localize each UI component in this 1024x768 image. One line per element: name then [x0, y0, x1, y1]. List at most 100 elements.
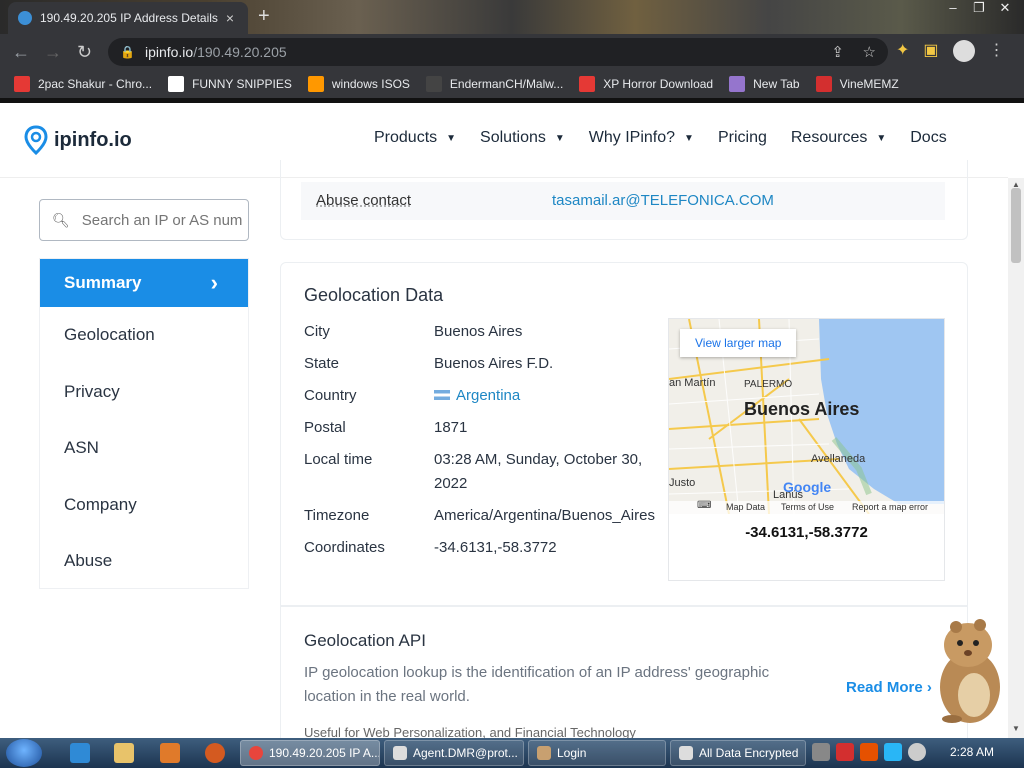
bookmark-star-icon[interactable]: ☆ — [863, 43, 876, 61]
geo-key: State — [304, 355, 340, 372]
tray-volume-icon[interactable] — [908, 743, 926, 761]
address-bar[interactable]: 🔒 ipinfo.io/190.49.20.205 ⇪ ☆ — [108, 38, 888, 66]
map-box: View larger map an Martín PALERMO Buenos… — [668, 318, 945, 581]
sidebar-item-asn[interactable]: ASN — [40, 420, 248, 477]
argentina-flag-icon — [434, 390, 450, 400]
bookmark-label: FUNNY SNIPPIES — [192, 77, 292, 91]
back-icon[interactable]: ← — [12, 42, 30, 63]
bookmark-item[interactable]: VineMEMZ — [815, 76, 899, 92]
geo-value: -34.6131,-58.3772 — [434, 539, 557, 556]
tab-title: 190.49.20.205 IP Address Details — [40, 11, 218, 25]
nav-item-pricing[interactable]: Pricing — [718, 129, 767, 147]
taskbar-clock[interactable]: 2:28 AM — [950, 745, 994, 759]
nav-item-solutions[interactable]: Solutions ▼ — [480, 129, 565, 147]
keyboard-icon[interactable]: ⌨ — [697, 500, 711, 511]
bookmark-item[interactable]: windows ISOS — [307, 76, 410, 92]
media-player-icon[interactable] — [160, 743, 180, 763]
reload-icon[interactable]: ↻ — [77, 42, 92, 63]
view-larger-map-button[interactable]: View larger map — [680, 329, 797, 357]
geo-key: City — [304, 323, 330, 340]
browser-tab[interactable]: 190.49.20.205 IP Address Details × — [8, 2, 248, 34]
bookmark-label: XP Horror Download — [603, 77, 714, 91]
tray-network-icon[interactable] — [884, 743, 902, 761]
side-panel-icon[interactable]: ▣ — [923, 40, 938, 62]
sidebar-item-label: Privacy — [64, 381, 120, 401]
bookmark-item[interactable]: New Tab — [729, 76, 800, 92]
site-logo[interactable]: ipinfo.io — [24, 125, 132, 155]
sidebar-item-label: Summary — [64, 273, 142, 292]
sidebar-item-privacy[interactable]: Privacy — [40, 364, 248, 421]
nav-item-docs[interactable]: Docs — [910, 129, 946, 147]
hamster-mascot[interactable] — [928, 615, 1008, 725]
nav-item-products[interactable]: Products ▼ — [374, 129, 456, 147]
map-coordinates-caption: -34.6131,-58.3772 — [745, 524, 868, 541]
maximize-button[interactable]: ❐ — [966, 0, 992, 18]
map-data-link[interactable]: Map Data — [726, 502, 765, 512]
chevron-down-icon: ▼ — [876, 132, 887, 144]
close-window-button[interactable]: ✕ — [992, 0, 1018, 18]
bookmarks-bar: 2pac Shakur - Chro... FUNNY SNIPPIES windo… — [0, 70, 1024, 98]
taskbar-button-mail[interactable]: Agent.DMR@prot... — [384, 740, 524, 766]
r-logo-icon — [815, 76, 832, 92]
taskbar-button-login[interactable]: Login — [528, 740, 666, 766]
internet-explorer-icon[interactable] — [70, 743, 90, 763]
nav-label: Resources — [790, 129, 868, 146]
sidebar-nav: Summary › Geolocation Privacy ASN Company Abus… — [39, 258, 249, 589]
app-icon[interactable] — [205, 743, 225, 763]
ip-search-input[interactable] — [81, 211, 242, 229]
sidebar-item-geolocation[interactable]: Geolocation — [40, 307, 248, 364]
minimize-button[interactable]: – — [940, 0, 966, 18]
geolocation-api-title: Geolocation API — [304, 631, 426, 650]
bookmark-item[interactable]: XP Horror Download — [579, 76, 713, 92]
location-map[interactable]: View larger map an Martín PALERMO Buenos… — [669, 319, 944, 514]
window-icon — [679, 746, 693, 760]
scroll-down-icon[interactable]: ▼ — [1012, 724, 1020, 733]
main-nav: Products ▼ Solutions ▼ Why IPinfo? ▼ Pricing Re… — [374, 129, 947, 147]
map-label: Justo — [669, 477, 696, 489]
bookmark-item[interactable]: EndermanCH/Malw... — [425, 76, 563, 92]
sidebar-item-abuse[interactable]: Abuse — [40, 533, 248, 590]
start-orb-icon[interactable] — [6, 739, 42, 767]
system-tray — [812, 743, 926, 761]
bookmark-label: New Tab — [753, 77, 800, 91]
nav-item-why-ipinfo[interactable]: Why IPinfo? ▼ — [589, 129, 694, 147]
browser-toolbar: ← → ↻ 🔒 ipinfo.io/190.49.20.205 ⇪ ☆ ✦ ▣ … — [0, 34, 1024, 70]
menu-kebab-icon[interactable]: ⋮ — [989, 40, 1005, 62]
profile-avatar[interactable] — [952, 40, 975, 62]
geolocation-card: Geolocation Data City Buenos Aires State… — [280, 262, 968, 606]
geo-key: Local time — [304, 451, 373, 468]
chevron-right-icon: › — [210, 270, 218, 295]
taskbar-button-chrome[interactable]: 190.49.20.205 IP A... — [240, 740, 380, 766]
sidebar-item-company[interactable]: Company — [40, 477, 248, 534]
url-path: /190.49.20.205 — [193, 44, 287, 60]
sidebar-item-label: Company — [64, 494, 137, 514]
terms-link[interactable]: Terms of Use — [781, 502, 834, 512]
tray-antivirus-icon[interactable] — [836, 743, 854, 761]
tab-close-icon[interactable]: × — [222, 10, 238, 26]
sidebar-item-summary[interactable]: Summary › — [40, 259, 248, 307]
bookmark-item[interactable]: 2pac Shakur - Chro... — [14, 76, 152, 92]
explorer-folder-icon[interactable] — [114, 743, 134, 763]
scrollbar-thumb[interactable] — [1011, 188, 1021, 263]
forward-icon[interactable]: → — [44, 42, 62, 63]
taskbar-button-encrypted[interactable]: All Data Encrypted — [670, 740, 806, 766]
country-link[interactable]: Argentina — [456, 387, 520, 404]
yp-logo-icon — [425, 76, 442, 92]
page-scrollbar[interactable]: ▲ ▼ — [1008, 178, 1024, 738]
tray-search-icon[interactable] — [860, 743, 878, 761]
abuse-contact-email[interactable]: tasamail.ar@TELEFONICA.COM — [552, 192, 774, 209]
extensions-icon[interactable]: ✦ — [896, 40, 909, 62]
windows-taskbar: 190.49.20.205 IP A... Agent.DMR@prot... … — [0, 738, 1024, 768]
chevron-down-icon: ▼ — [446, 132, 457, 144]
bookmark-item[interactable]: FUNNY SNIPPIES — [168, 76, 292, 92]
ip-search-box[interactable]: 🔍︎ — [39, 199, 249, 241]
chevron-down-icon: ▼ — [684, 132, 694, 144]
share-icon[interactable]: ⇪ — [831, 43, 844, 61]
new-tab-button[interactable]: + — [258, 6, 270, 26]
nav-item-resources[interactable]: Resources ▼ — [791, 129, 886, 147]
tray-app-icon[interactable] — [812, 743, 830, 761]
report-map-error-link[interactable]: Report a map error — [852, 502, 928, 512]
user-icon — [537, 746, 551, 760]
chevron-down-icon: ▼ — [554, 132, 565, 144]
read-more-link[interactable]: Read More › — [846, 679, 932, 696]
